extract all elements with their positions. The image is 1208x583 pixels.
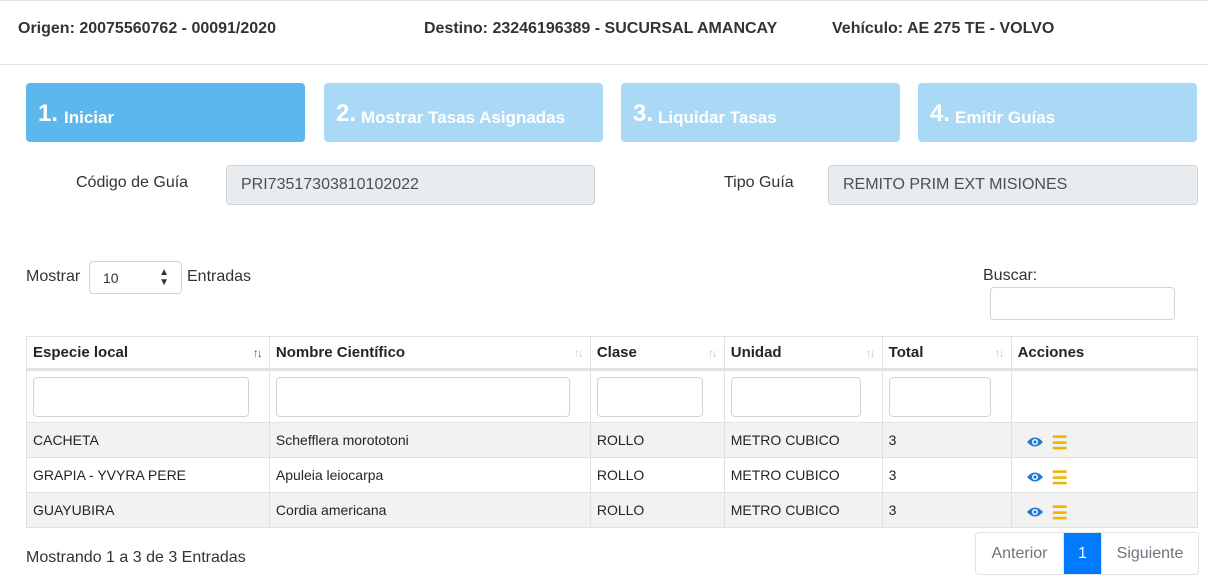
column-header-nombre[interactable]: Nombre Científico ↑↓ [268, 336, 591, 371]
filter-clase-input[interactable] [596, 376, 703, 417]
step-iniciar[interactable]: 1. Iniciar [26, 83, 305, 142]
filter-empty-cell [1010, 369, 1199, 423]
show-label: Mostrar [26, 268, 81, 285]
cell-especie: GUAYUBIRA [26, 492, 270, 528]
cell-nombre: Apuleia leiocarpa [268, 457, 591, 493]
column-header-especie[interactable]: Especie local ↑↓ [26, 336, 270, 371]
filter-especie-input[interactable] [33, 376, 249, 417]
menu-icon[interactable]: ☰ [1052, 503, 1068, 524]
cell-unidad: METRO CUBICO [723, 492, 883, 528]
sort-icon: ↑↓ [865, 346, 876, 360]
filter-nombre-input[interactable] [275, 376, 570, 417]
tipo-guia-label: Tipo Guía [724, 174, 794, 191]
guide-header: Origen: 20075560762 - 00091/2020 Destino… [0, 0, 1208, 65]
filter-row [26, 369, 1199, 423]
step-number: 3. [633, 100, 654, 127]
pagination: Anterior 1 Siguiente [975, 532, 1199, 575]
column-header-acciones: Acciones [1010, 336, 1199, 371]
cell-acciones: ☰ [1010, 457, 1199, 493]
destination-text: Destino: 23246196389 - SUCURSAL AMANCAY [424, 20, 778, 37]
wizard-steps: 1. Iniciar 2. Mostrar Tasas Asignadas 3.… [26, 83, 1198, 142]
cell-clase: ROLLO [589, 457, 725, 493]
cell-especie: CACHETA [26, 422, 270, 458]
table-header-row: Especie local ↑↓ Nombre Científico ↑↓ Clas… [26, 336, 1199, 371]
filter-unidad-input[interactable] [730, 376, 861, 417]
cell-clase: ROLLO [589, 492, 725, 528]
sort-icon: ↑↓ [994, 346, 1005, 360]
step-number: 2. [336, 100, 357, 127]
column-header-label: Acciones [1017, 344, 1085, 361]
cell-clase: ROLLO [589, 422, 725, 458]
cell-nombre: Cordia americana [268, 492, 591, 528]
cell-unidad: METRO CUBICO [723, 457, 883, 493]
eye-icon[interactable] [1026, 505, 1044, 521]
cell-acciones: ☰ [1010, 422, 1199, 458]
next-page-button[interactable]: Siguiente [1101, 533, 1198, 574]
step-label: Liquidar Tasas [658, 108, 777, 127]
column-header-label: Total [888, 344, 924, 361]
search-input[interactable] [990, 287, 1175, 320]
eye-icon[interactable] [1026, 470, 1044, 486]
column-header-total[interactable]: Total ↑↓ [881, 336, 1012, 371]
step-label: Emitir Guías [955, 108, 1056, 127]
menu-icon[interactable]: ☰ [1052, 468, 1068, 489]
vehicle-text: Vehículo: AE 275 TE - VOLVO [832, 20, 1055, 37]
cell-unidad: METRO CUBICO [723, 422, 883, 458]
table-row: GRAPIA - YVYRA PERE Apuleia leiocarpa RO… [26, 457, 1199, 493]
page-size-select[interactable]: 10 ▲ ▼ [89, 261, 182, 294]
origin-text: Origen: 20075560762 - 00091/2020 [18, 20, 276, 37]
cell-total: 3 [881, 492, 1012, 528]
eye-icon[interactable] [1026, 435, 1044, 451]
cell-total: 3 [881, 422, 1012, 458]
previous-page-button[interactable]: Anterior [976, 533, 1064, 574]
codigo-guia-field: PRI73517303810102022 [226, 165, 595, 205]
sort-icon: ↑↓ [707, 346, 718, 360]
column-header-clase[interactable]: Clase ↑↓ [589, 336, 725, 371]
step-number: 1. [38, 100, 59, 127]
cell-especie: GRAPIA - YVYRA PERE [26, 457, 270, 493]
cell-nombre: Schefflera morototoni [268, 422, 591, 458]
table-row: GUAYUBIRA Cordia americana ROLLO METRO C… [26, 492, 1199, 528]
sort-icon: ↑↓ [252, 346, 263, 360]
column-header-unidad[interactable]: Unidad ↑↓ [723, 336, 883, 371]
step-number: 4. [930, 100, 951, 127]
step-label: Mostrar Tasas Asignadas [361, 108, 566, 127]
filter-total-input[interactable] [888, 376, 991, 417]
tipo-guia-field: REMITO PRIM EXT MISIONES [828, 165, 1198, 205]
page-1-button[interactable]: 1 [1064, 533, 1101, 574]
step-emitir-guias[interactable]: 4. Emitir Guías [918, 83, 1197, 142]
column-header-label: Nombre Científico [275, 344, 406, 361]
table-row: CACHETA Schefflera morototoni ROLLO METR… [26, 422, 1199, 458]
cell-acciones: ☰ [1010, 492, 1199, 528]
page-size-value: 10 [103, 270, 119, 286]
step-label: Iniciar [64, 108, 115, 127]
step-mostrar-tasas[interactable]: 2. Mostrar Tasas Asignadas [324, 83, 603, 142]
entries-label: Entradas [187, 268, 252, 285]
column-header-label: Especie local [33, 344, 129, 361]
menu-icon[interactable]: ☰ [1052, 433, 1068, 454]
cell-total: 3 [881, 457, 1012, 493]
species-table: Especie local ↑↓ Nombre Científico ↑↓ Clas… [26, 336, 1199, 528]
search-label: Buscar: [983, 267, 1038, 284]
select-arrows-icon: ▲ ▼ [159, 267, 169, 288]
sort-icon: ↑↓ [573, 346, 584, 360]
column-header-label: Unidad [730, 344, 782, 361]
column-header-label: Clase [596, 344, 637, 361]
step-liquidar-tasas[interactable]: 3. Liquidar Tasas [621, 83, 900, 142]
codigo-guia-label: Código de Guía [76, 174, 189, 191]
table-info: Mostrando 1 a 3 de 3 Entradas [26, 549, 246, 566]
